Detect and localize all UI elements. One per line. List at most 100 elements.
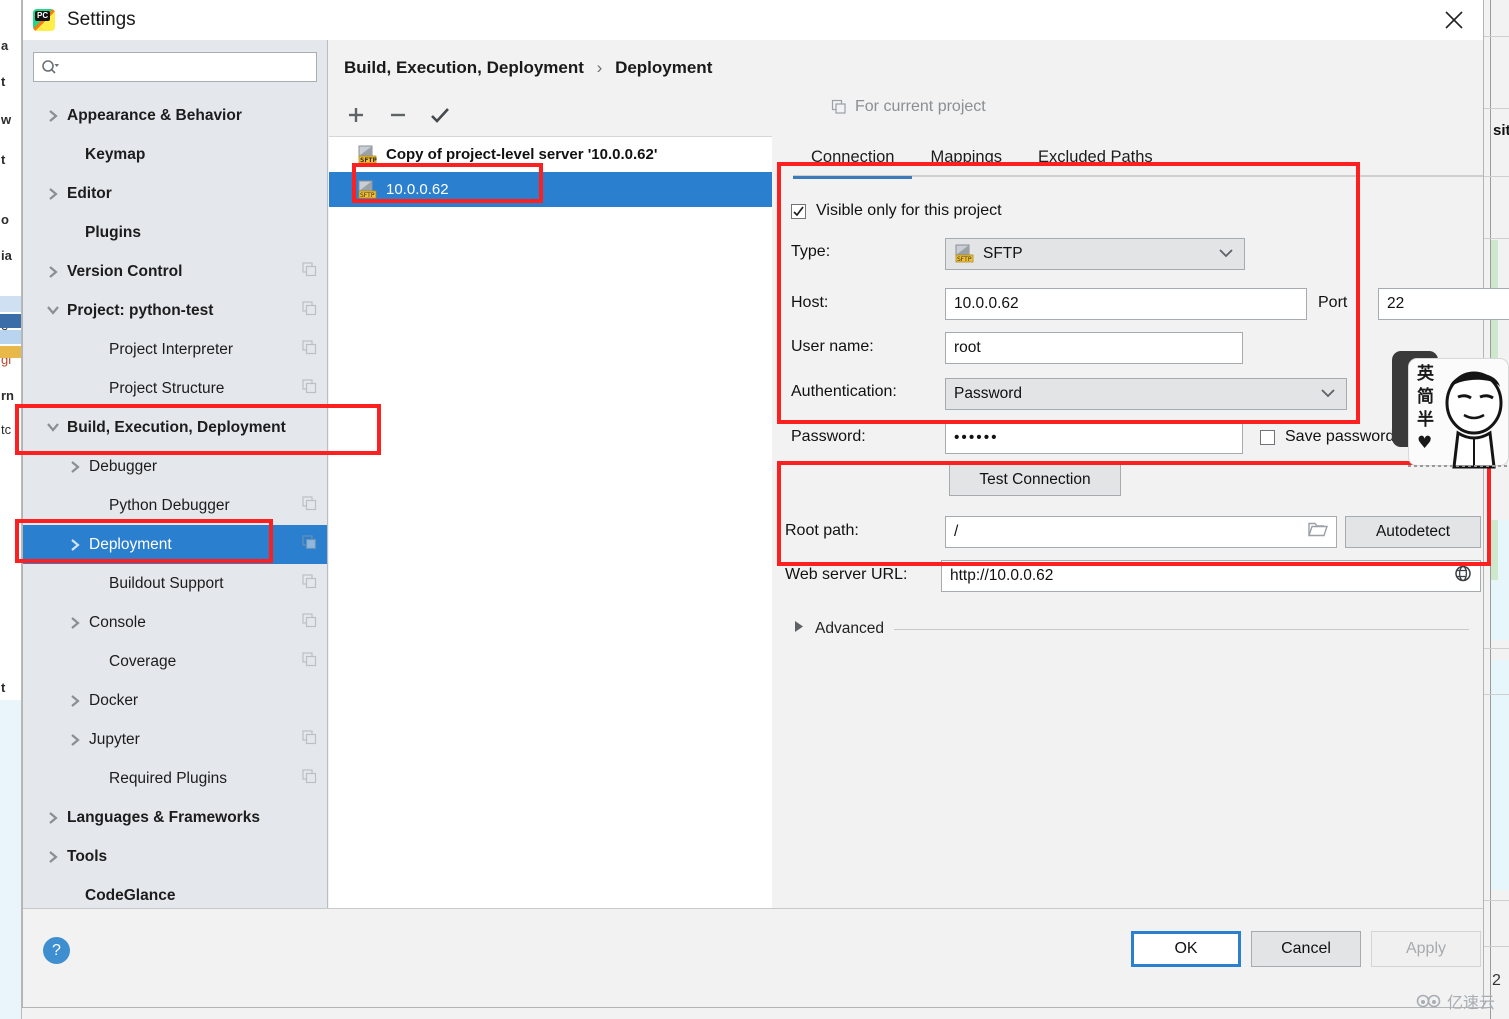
bg-frag: t <box>1 74 6 89</box>
username-input[interactable]: root <box>945 332 1243 364</box>
sidebar-item-languages-frameworks[interactable]: Languages & Frameworks <box>23 798 327 837</box>
bg-frag: t <box>1 680 6 695</box>
sidebar-item-editor[interactable]: Editor <box>23 174 327 213</box>
chevron-right-icon[interactable] <box>45 108 61 124</box>
sidebar-item-project-structure[interactable]: Project Structure <box>23 369 327 408</box>
advanced-section[interactable]: Advanced <box>793 620 1469 638</box>
server-list-item[interactable]: SFTP 10.0.0.62 <box>329 172 772 207</box>
server-list: SFTP Copy of project-level server '10.0.0… <box>329 136 772 948</box>
authentication-label: Authentication: <box>791 383 897 400</box>
sidebar-item-debugger[interactable]: Debugger <box>23 447 327 486</box>
chevron-right-icon[interactable] <box>67 537 83 553</box>
sidebar-item-jupyter[interactable]: Jupyter <box>23 720 327 759</box>
sidebar-item-coverage[interactable]: Coverage <box>23 642 327 681</box>
ime-glyph-eng[interactable]: 英 <box>1417 363 1434 386</box>
autodetect-button[interactable]: Autodetect <box>1345 516 1481 548</box>
server-list-item[interactable]: SFTP Copy of project-level server '10.0.0… <box>329 137 772 172</box>
sidebar-item-deployment[interactable]: Deployment <box>23 525 327 564</box>
sidebar-item-plugins[interactable]: Plugins <box>23 213 327 252</box>
sidebar-item-label: Docker <box>89 691 139 709</box>
sidebar-item-python-debugger[interactable]: Python Debugger <box>23 486 327 525</box>
chevron-right-icon[interactable] <box>67 732 83 748</box>
remove-server-button[interactable] <box>385 102 411 128</box>
authentication-select[interactable]: Password <box>945 378 1347 410</box>
chevron-right-icon[interactable] <box>67 693 83 709</box>
sidebar-item-console[interactable]: Console <box>23 603 327 642</box>
copy-icon <box>302 768 317 789</box>
help-button[interactable]: ? <box>43 937 70 964</box>
dialog-footer: ? OK Cancel Apply <box>23 908 1483 1007</box>
deployment-pane: Build, Execution, Deployment › Deploymen… <box>329 40 772 948</box>
test-connection-button[interactable]: Test Connection <box>949 464 1121 496</box>
sidebar-item-docker[interactable]: Docker <box>23 681 327 720</box>
set-default-server-button[interactable] <box>427 102 453 128</box>
chevron-right-icon[interactable] <box>67 459 83 475</box>
bg-number-right: 2 <box>1492 972 1501 989</box>
host-value: 10.0.0.62 <box>954 295 1019 312</box>
sidebar-item-project-python-test[interactable]: Project: python-test <box>23 291 327 330</box>
globe-icon[interactable] <box>1454 565 1472 588</box>
password-input[interactable]: •••••• <box>945 422 1243 454</box>
port-input[interactable]: 22 <box>1378 288 1509 320</box>
ime-glyph-heart[interactable]: ♥ <box>1417 432 1432 455</box>
sidebar-item-label: Editor <box>67 184 112 202</box>
tab-label: Connection <box>811 148 895 166</box>
chevron-right-icon[interactable] <box>45 186 61 202</box>
connection-tabs: Connection Mappings Excluded Paths <box>793 135 1483 179</box>
host-input[interactable]: 10.0.0.62 <box>945 288 1307 320</box>
connection-pane: For current project Connection Mappings Ex… <box>773 40 1509 948</box>
sidebar-item-tools[interactable]: Tools <box>23 837 327 876</box>
tab-excluded-paths[interactable]: Excluded Paths <box>1020 148 1171 177</box>
sidebar-item-project-interpreter[interactable]: Project Interpreter <box>23 330 327 369</box>
sidebar-item-appearance-behavior[interactable]: Appearance & Behavior <box>23 96 327 135</box>
ime-floating-widget[interactable]: 英 简 半 ♥ <box>1392 347 1509 469</box>
authentication-value: Password <box>954 385 1023 402</box>
sidebar-item-label: Build, Execution, Deployment <box>67 418 286 436</box>
chevron-down-icon[interactable] <box>45 420 61 436</box>
sidebar-item-keymap[interactable]: Keymap <box>23 135 327 174</box>
for-current-project-label: For current project <box>855 98 986 115</box>
host-label: Host: <box>791 294 829 311</box>
search-box[interactable] <box>33 52 317 82</box>
sidebar-item-version-control[interactable]: Version Control <box>23 252 327 291</box>
root-path-input[interactable]: / <box>945 516 1337 548</box>
ime-drag-handle[interactable] <box>1408 465 1509 467</box>
breadcrumb-parent[interactable]: Build, Execution, Deployment <box>344 58 584 77</box>
type-label-row: Type: <box>791 243 830 261</box>
connection-form: Visible only for this project Type: SFTP <box>773 188 1509 948</box>
username-label-row: User name: <box>791 338 874 356</box>
cancel-button[interactable]: Cancel <box>1251 931 1361 967</box>
password-value: •••••• <box>954 429 999 446</box>
tab-mappings[interactable]: Mappings <box>912 148 1020 177</box>
web-server-url-input[interactable]: http://10.0.0.62 <box>941 560 1481 592</box>
sidebar-item-required-plugins[interactable]: Required Plugins <box>23 759 327 798</box>
folder-icon[interactable] <box>1308 522 1328 543</box>
chevron-down-icon <box>1218 245 1234 263</box>
chevron-right-icon[interactable] <box>45 849 61 865</box>
chevron-right-icon[interactable] <box>45 810 61 826</box>
close-icon[interactable] <box>1425 0 1483 40</box>
root-path-value: / <box>954 523 959 540</box>
sidebar-item-buildout-support[interactable]: Buildout Support <box>23 564 327 603</box>
type-select[interactable]: SFTP SFTP <box>945 238 1245 270</box>
tab-connection[interactable]: Connection <box>793 148 913 179</box>
pycharm-icon <box>33 9 55 31</box>
server-toolbar <box>337 96 453 134</box>
type-value: SFTP <box>983 245 1023 262</box>
dialog-titlebar: Settings <box>23 0 1483 40</box>
chevron-right-icon[interactable] <box>45 264 61 280</box>
add-server-button[interactable] <box>343 102 369 128</box>
ime-glyph-simplified[interactable]: 简 <box>1417 386 1434 409</box>
chevron-down-icon[interactable] <box>45 303 61 319</box>
visible-only-checkbox[interactable] <box>791 203 806 219</box>
ok-button[interactable]: OK <box>1131 931 1241 967</box>
ime-glyph-halfwidth[interactable]: 半 <box>1417 409 1434 432</box>
settings-tree: Appearance & Behavior Keymap Editor Plugins… <box>23 96 327 948</box>
port-label-row: Port <box>1318 294 1347 312</box>
save-password-checkbox[interactable] <box>1260 429 1275 445</box>
search-input[interactable] <box>59 58 316 76</box>
chevron-right-icon[interactable] <box>67 615 83 631</box>
sidebar-item-build-execution-deployment[interactable]: Build, Execution, Deployment <box>23 408 327 447</box>
